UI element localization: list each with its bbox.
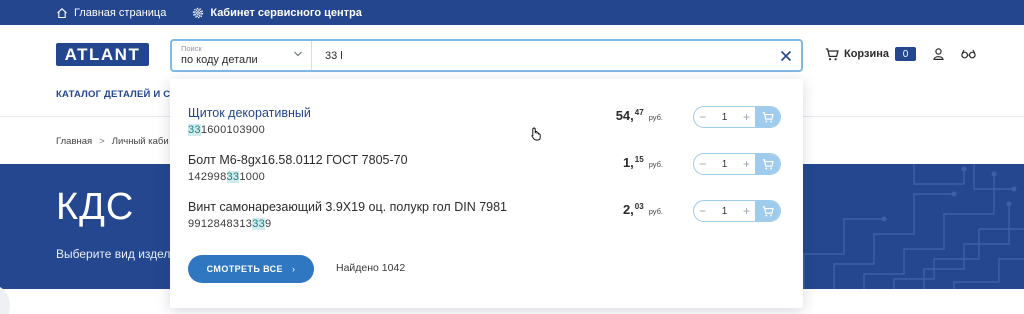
qty-value[interactable]: 1 [711,112,738,123]
qty-increase-button[interactable]: + [738,204,755,218]
clear-search-button[interactable] [771,41,801,70]
compare-button[interactable] [961,49,976,59]
circuit-pattern [803,164,1024,289]
compare-icon [961,49,976,59]
cart-icon[interactable] [825,47,839,61]
qty-increase-button[interactable]: + [738,157,755,171]
search-input[interactable]: 33 l [312,41,771,70]
qty-value[interactable]: 1 [711,159,738,170]
user-icon [933,48,944,60]
cart-count-badge: 0 [895,47,916,61]
product-code: 9912848313339 [188,218,272,230]
product-price: 1, 15 руб. [622,155,663,170]
header: ATLANT Поиск по коду детали 33 l Корзина… [0,25,1024,85]
suggestion-row[interactable]: Болт М6-8gх16.58.0112 ГОСТ 7805-70 14299… [170,153,803,199]
show-all-label: СМОТРЕТЬ ВСЕ [206,264,283,274]
page-subtitle: Выберите вид издел [56,247,171,261]
match-highlight: 33 [252,218,266,230]
close-icon [780,50,792,61]
service-center-label: Кабинет сервисного центра [210,6,362,19]
add-to-cart-button[interactable] [755,154,780,174]
add-to-cart-button[interactable] [755,107,780,127]
qty-value[interactable]: 1 [711,206,738,217]
search-mode-select[interactable]: Поиск по коду детали [172,41,312,70]
product-name[interactable]: Щиток декоративный [188,106,311,120]
home-icon [57,7,67,18]
add-to-cart-icon [762,158,774,169]
product-code: 142998331000 [188,171,266,183]
search-bar: Поиск по коду детали 33 l [170,39,803,72]
top-bar: Главная страница Кабинет сервисного цент… [0,0,1024,25]
pointer-cursor-icon [531,127,541,141]
decorative-arc [0,286,10,314]
product-price: 2, 03 руб. [622,202,663,217]
chevron-right-icon: › [291,264,296,274]
product-price: 54, 47 руб. [615,108,663,123]
home-link-label: Главная страница [74,6,167,19]
product-name[interactable]: Винт самонарезающий 3.9Х19 оц. полукр го… [188,200,507,214]
atlant-logo[interactable]: ATLANT [56,43,149,66]
user-button[interactable] [933,48,944,60]
cart-label[interactable]: Корзина [844,48,889,60]
breadcrumb-separator: > [99,136,105,147]
home-link[interactable]: Главная страница [56,7,166,19]
product-code: 331600103900 [188,124,266,136]
breadcrumb-current[interactable]: Личный каби [112,136,169,147]
gear-icon [193,7,204,18]
chevron-down-icon [294,51,302,57]
suggestion-row[interactable]: Винт самонарезающий 3.9Х19 оц. полукр го… [170,200,803,246]
search-mode-value: по коду детали [181,54,258,66]
service-center-link[interactable]: Кабинет сервисного центра [192,7,362,19]
nav-catalog-link[interactable]: КАТАЛОГ ДЕТАЛЕЙ И СБО [56,89,185,100]
qty-decrease-button[interactable]: − [694,157,711,171]
qty-decrease-button[interactable]: − [694,204,711,218]
header-actions: Корзина 0 [825,47,976,61]
page: Главная страница Кабинет сервисного цент… [0,0,1024,314]
add-to-cart-icon [762,111,774,122]
search-mode-label: Поиск [181,44,202,53]
quantity-stepper: − 1 + [693,106,781,128]
breadcrumb-home[interactable]: Главная [56,136,92,147]
product-name[interactable]: Болт М6-8gх16.58.0112 ГОСТ 7805-70 [188,153,408,167]
show-all-button[interactable]: СМОТРЕТЬ ВСЕ › [188,255,314,283]
add-to-cart-icon [762,205,774,216]
results-count: Найдено 1042 [336,262,406,274]
search-suggestions: Щиток декоративный 331600103900 54, 47 руб… [170,79,803,308]
quantity-stepper: − 1 + [693,200,781,222]
add-to-cart-button[interactable] [755,201,780,221]
quantity-stepper: − 1 + [693,153,781,175]
match-highlight: 33 [226,171,240,183]
match-highlight: 33 [188,124,201,136]
qty-decrease-button[interactable]: − [694,110,711,124]
breadcrumb: Главная > Личный каби [56,136,169,147]
page-title: КДС [56,186,135,228]
suggestion-row[interactable]: Щиток декоративный 331600103900 54, 47 руб… [170,106,803,152]
qty-increase-button[interactable]: + [738,110,755,124]
